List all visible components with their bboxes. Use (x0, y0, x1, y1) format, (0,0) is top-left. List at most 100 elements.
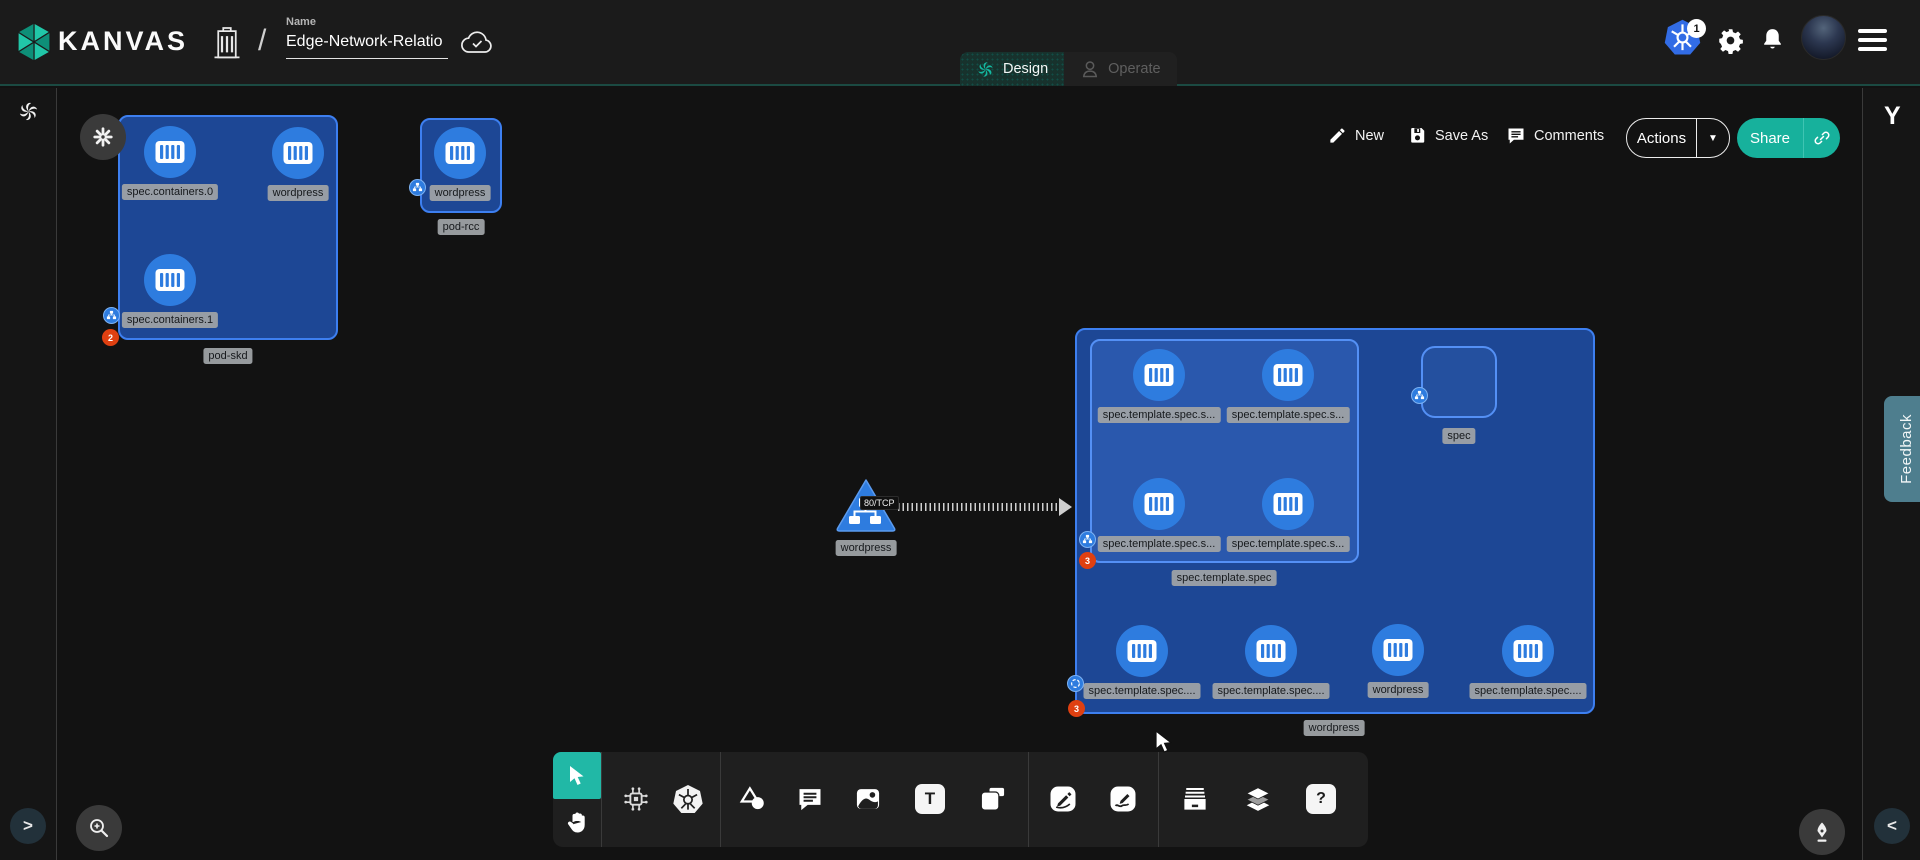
image-tool-button[interactable] (847, 778, 889, 820)
comments-button[interactable]: Comments (1506, 126, 1604, 146)
save-as-button[interactable]: Save As (1408, 126, 1488, 145)
group-wordpress-kind-badge[interactable] (1067, 675, 1084, 692)
container-icon (1383, 638, 1413, 662)
toolbar-divider (720, 752, 721, 847)
canvas-toolbar: T (553, 752, 1368, 847)
container-icon (1144, 492, 1174, 516)
comment-tool-button[interactable] (789, 778, 831, 820)
pan-tool-button[interactable] (553, 799, 601, 847)
left-sidebar-strip: > (0, 88, 57, 860)
node-container[interactable]: wordpress (272, 127, 324, 179)
building-icon[interactable] (212, 26, 242, 60)
question-mark-icon: ? (1306, 784, 1336, 814)
container-icon (283, 141, 313, 165)
container-icon (1273, 492, 1303, 516)
flower-asterisk-icon (92, 126, 114, 148)
chip-icon (621, 784, 651, 814)
copy-link-button[interactable] (1804, 129, 1840, 147)
group-spec-label: spec (1442, 428, 1475, 444)
expand-left-panel-button[interactable]: > (10, 808, 46, 844)
node-container[interactable]: spec.template.spec.... (1245, 625, 1297, 677)
group-wordpress-label: wordpress (1304, 720, 1365, 736)
group-spec-template-spec-label: spec.template.spec (1172, 570, 1277, 586)
node-container[interactable]: spec.template.spec.s... (1133, 478, 1185, 530)
context-count-badge[interactable]: 1 (1687, 19, 1706, 38)
layers-tool-button[interactable] (1237, 778, 1279, 820)
draw-line-tool-button[interactable] (1042, 778, 1084, 820)
shapes-icon (738, 784, 768, 814)
group-spec-template-spec[interactable] (1090, 339, 1359, 563)
new-button[interactable]: New (1328, 126, 1384, 145)
container-icon (1127, 639, 1157, 663)
settings-gear-icon[interactable] (1717, 27, 1744, 54)
group-pod-skd-error-badge[interactable]: 2 (102, 329, 119, 346)
node-container[interactable]: spec.containers.1 (144, 254, 196, 306)
layers-icon (1243, 784, 1273, 814)
tab-operate[interactable]: Operate (1064, 52, 1176, 86)
note-icon (979, 785, 1007, 813)
toolbar-divider (1158, 752, 1159, 847)
link-icon (1813, 129, 1831, 147)
pen-line-icon (1048, 784, 1078, 814)
pencil-icon (1328, 126, 1347, 145)
tab-operate-label: Operate (1108, 61, 1160, 77)
draw-freehand-tool-button[interactable] (1102, 778, 1144, 820)
validate-y-icon[interactable]: Y (1884, 102, 1901, 131)
node-container[interactable]: spec.containers.0 (144, 126, 196, 178)
node-container[interactable]: spec.template.spec.s... (1262, 349, 1314, 401)
kubernetes-tool-button[interactable] (667, 778, 709, 820)
user-avatar[interactable] (1801, 15, 1846, 60)
edge-service-to-deployment[interactable] (898, 503, 1061, 511)
actions-button-label: Actions (1627, 130, 1696, 147)
zoom-search-button[interactable] (76, 805, 122, 851)
note-tool-button[interactable] (972, 778, 1014, 820)
group-spec-template-spec-error-badge[interactable]: 3 (1079, 552, 1096, 569)
edge-port-label: 80/TCP (860, 496, 899, 510)
node-service-wordpress-label: wordpress (836, 540, 897, 556)
comment-bubble-icon (796, 785, 824, 813)
toolbar-divider (601, 752, 602, 847)
shapes-tool-button[interactable] (732, 778, 774, 820)
actions-caret-icon[interactable]: ▼ (1697, 133, 1729, 144)
cluster-flower-button[interactable] (80, 114, 126, 160)
tab-design[interactable]: Design (960, 52, 1064, 86)
brand-name: KANVAS (58, 26, 188, 57)
group-pod-rcc-label: pod-rcc (438, 219, 485, 235)
actions-button[interactable]: Actions ▼ (1626, 118, 1730, 158)
operate-astronaut-icon (1080, 59, 1100, 79)
container-icon (1513, 639, 1543, 663)
text-tool-button[interactable]: T (909, 778, 951, 820)
group-spec[interactable] (1421, 346, 1497, 418)
share-button[interactable]: Share (1737, 118, 1840, 158)
comments-icon (1506, 126, 1526, 146)
design-spiral-icon (976, 60, 995, 79)
meshery-spinner-icon (17, 100, 40, 123)
feedback-tab[interactable]: Feedback (1884, 396, 1920, 502)
kanvas-app: KANVAS / Name (0, 0, 1920, 860)
node-container[interactable]: spec.template.spec.... (1502, 625, 1554, 677)
node-container[interactable]: wordpress (434, 127, 486, 179)
node-container[interactable]: wordpress (1372, 624, 1424, 676)
kanvas-logo-icon[interactable] (15, 21, 53, 63)
group-pod-skd-kind-badge[interactable] (103, 307, 120, 324)
notifications-bell-icon[interactable] (1760, 26, 1785, 54)
node-container[interactable]: spec.template.spec.... (1116, 625, 1168, 677)
drawer-tool-button[interactable] (1174, 778, 1216, 820)
group-spec-kind-badge[interactable] (1411, 387, 1428, 404)
design-name-input[interactable] (286, 31, 448, 59)
group-pod-rcc-kind-badge[interactable] (409, 179, 426, 196)
header: KANVAS / Name (0, 0, 1920, 86)
container-icon (445, 141, 475, 165)
group-wordpress-error-badge[interactable]: 3 (1068, 700, 1085, 717)
collapse-right-panel-button[interactable]: < (1874, 808, 1910, 844)
help-tool-button[interactable]: ? (1300, 778, 1342, 820)
mode-tabbar: Design Operate (960, 52, 1177, 86)
menu-hamburger-icon[interactable] (1858, 29, 1887, 51)
select-tool-button[interactable] (553, 752, 601, 799)
node-container[interactable]: spec.template.spec.s... (1262, 478, 1314, 530)
node-container[interactable]: spec.template.spec.s... (1133, 349, 1185, 401)
design-ink-button[interactable] (1799, 809, 1845, 855)
group-spec-template-spec-kind-badge[interactable] (1079, 531, 1096, 548)
components-tool-button[interactable] (615, 778, 657, 820)
image-icon (854, 785, 882, 813)
